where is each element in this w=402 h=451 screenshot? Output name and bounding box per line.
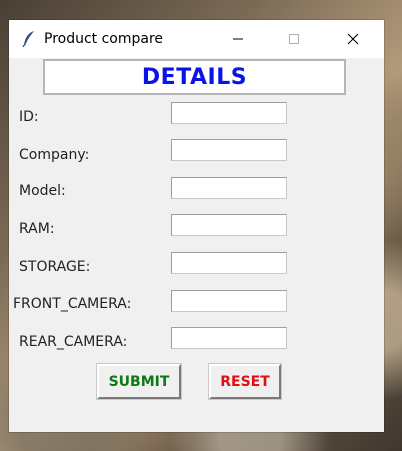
submit-button[interactable]: SUBMIT bbox=[97, 364, 181, 399]
details-title: DETAILS bbox=[141, 64, 248, 90]
storage-label: STORAGE: bbox=[19, 259, 91, 275]
app-window: Product compare DETAILS ID: Company: Mod… bbox=[9, 20, 384, 432]
front-camera-input[interactable] bbox=[171, 290, 287, 312]
id-input[interactable] bbox=[171, 102, 287, 124]
feather-icon bbox=[21, 30, 37, 48]
minimize-icon bbox=[233, 38, 243, 40]
ram-label: RAM: bbox=[19, 221, 55, 237]
company-input[interactable] bbox=[171, 139, 287, 161]
front-camera-label: FRONT_CAMERA: bbox=[13, 296, 132, 312]
id-label: ID: bbox=[19, 109, 39, 125]
maximize-icon bbox=[289, 34, 299, 44]
details-header: DETAILS bbox=[43, 59, 346, 95]
close-icon bbox=[347, 33, 359, 45]
minimize-button[interactable] bbox=[215, 20, 261, 58]
close-button[interactable] bbox=[330, 20, 376, 58]
window-title: Product compare bbox=[44, 31, 164, 47]
maximize-button[interactable] bbox=[271, 20, 317, 58]
rear-camera-input[interactable] bbox=[171, 327, 287, 349]
model-label: Model: bbox=[19, 183, 66, 199]
title-bar[interactable]: Product compare bbox=[9, 20, 384, 58]
rear-camera-label: REAR_CAMERA: bbox=[19, 334, 128, 350]
model-input[interactable] bbox=[171, 177, 287, 199]
storage-input[interactable] bbox=[171, 252, 287, 274]
company-label: Company: bbox=[19, 147, 90, 163]
reset-button[interactable]: RESET bbox=[209, 364, 281, 399]
ram-input[interactable] bbox=[171, 214, 287, 236]
